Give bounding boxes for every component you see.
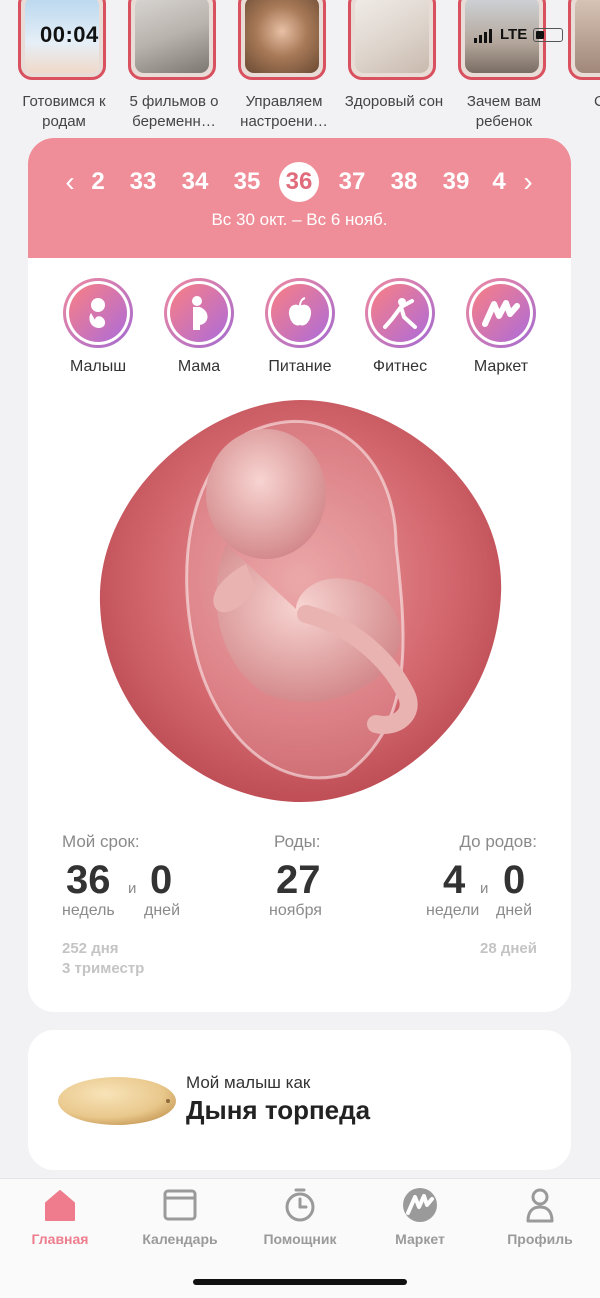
stopwatch-icon (285, 1188, 315, 1222)
signal-icon (474, 26, 494, 43)
story-thumbnail (128, 0, 216, 80)
story-label: Здоровый сон (344, 93, 444, 110)
birth-day: 27 (276, 858, 321, 902)
tab-profile[interactable]: Профиль (480, 1179, 600, 1259)
story-thumbnail (348, 0, 436, 80)
tab-label: Главная (31, 1231, 89, 1247)
baby-icon (89, 298, 106, 328)
tab-market[interactable]: Маркет (360, 1179, 480, 1259)
week-item[interactable]: 2 (78, 160, 118, 204)
tab-label: Маркет (395, 1231, 445, 1247)
birth-month: ноября (269, 902, 322, 919)
market-logo-icon (482, 300, 520, 327)
term-total-days: 252 дня (62, 940, 119, 957)
battery-icon (533, 27, 564, 42)
recording-timer: 00:04 (40, 22, 99, 47)
tab-label: Календарь (142, 1231, 218, 1247)
term-trimester: 3 триместр (62, 960, 145, 977)
chevron-right-icon[interactable]: › (518, 160, 538, 204)
category-label: Малыш (69, 358, 127, 375)
week-item[interactable]: 34 (175, 160, 215, 204)
fetus-illustration (99, 400, 502, 802)
tab-assistant[interactable]: Помощник (240, 1179, 360, 1259)
week-item[interactable]: 37 (332, 160, 372, 204)
week-item-active[interactable]: 36 (279, 162, 319, 202)
week-selector: ‹ 2 33 34 35 36 37 38 39 4 › Вс 30 окт. … (28, 138, 571, 258)
term-heading: Мой срок: (62, 832, 140, 851)
home-indicator (193, 1279, 407, 1285)
until-weeks-unit: недели (426, 902, 480, 919)
until-weeks: 4 (443, 858, 466, 902)
week-date-range: Вс 30 окт. – Вс 6 нояб. (211, 210, 388, 229)
term-days: 0 (150, 858, 173, 902)
term-weeks-unit: недель (62, 902, 115, 919)
baby-size-prefix: Мой малыш как (186, 1073, 311, 1092)
week-item[interactable]: 39 (436, 160, 476, 204)
term-and: и (128, 880, 137, 897)
market-logo-icon (403, 1188, 437, 1222)
tab-home[interactable]: Главная (0, 1179, 120, 1259)
calendar-icon (163, 1189, 197, 1221)
term-weeks: 36 (66, 858, 111, 902)
week-item[interactable]: 33 (123, 160, 163, 204)
tab-label: Профиль (507, 1231, 573, 1247)
story-label: Управляем настроени… (240, 93, 328, 130)
story-thumbnail (568, 0, 600, 80)
until-and: и (480, 880, 489, 897)
status-bar: LTE (474, 26, 564, 43)
term-days-unit: дней (144, 902, 181, 919)
tab-calendar[interactable]: Календарь (120, 1179, 240, 1259)
story-label: Зачем вам ребенок (466, 93, 542, 130)
pregnancy-card: ‹ 2 33 34 35 36 37 38 39 4 › Вс 30 окт. … (28, 138, 571, 1012)
birth-heading: Роды: (274, 832, 321, 851)
week-item[interactable]: 38 (384, 160, 424, 204)
category-label: Питание (268, 358, 332, 375)
story-label: 5 фильмов о беременн… (129, 93, 219, 130)
story-label: Готовимся к родам (22, 93, 106, 130)
category-label: Маркет (473, 358, 529, 375)
until-heading: До родов: (459, 832, 537, 851)
home-icon (45, 1190, 75, 1221)
story-thumbnail (238, 0, 326, 80)
category-label: Фитнес (372, 358, 428, 375)
profile-icon (526, 1188, 554, 1223)
fitness-icon (383, 298, 417, 329)
baby-size-card[interactable]: Мой малыш как Дыня торпеда (28, 1030, 571, 1170)
apple-icon (288, 297, 312, 326)
tab-label: Помощник (263, 1231, 337, 1247)
baby-size-name: Дыня торпеда (186, 1095, 371, 1125)
stories-strip: Готовимся к родам 5 фильмов о беременн… … (0, 0, 600, 135)
melon-image (58, 1077, 176, 1125)
story-label: С (594, 93, 600, 110)
category-row: Малыш Мама Питание Фитнес Маркет (28, 278, 571, 378)
until-total-days: 28 дней (480, 940, 537, 957)
network-label: LTE (500, 26, 528, 43)
week-item[interactable]: 35 (227, 160, 267, 204)
category-label: Мама (177, 358, 221, 375)
week-item[interactable]: 4 (479, 160, 519, 204)
until-days-unit: дней (496, 902, 533, 919)
until-days: 0 (503, 858, 526, 902)
pregnant-mother-icon (192, 296, 208, 330)
chevron-left-icon[interactable]: ‹ (60, 160, 80, 204)
